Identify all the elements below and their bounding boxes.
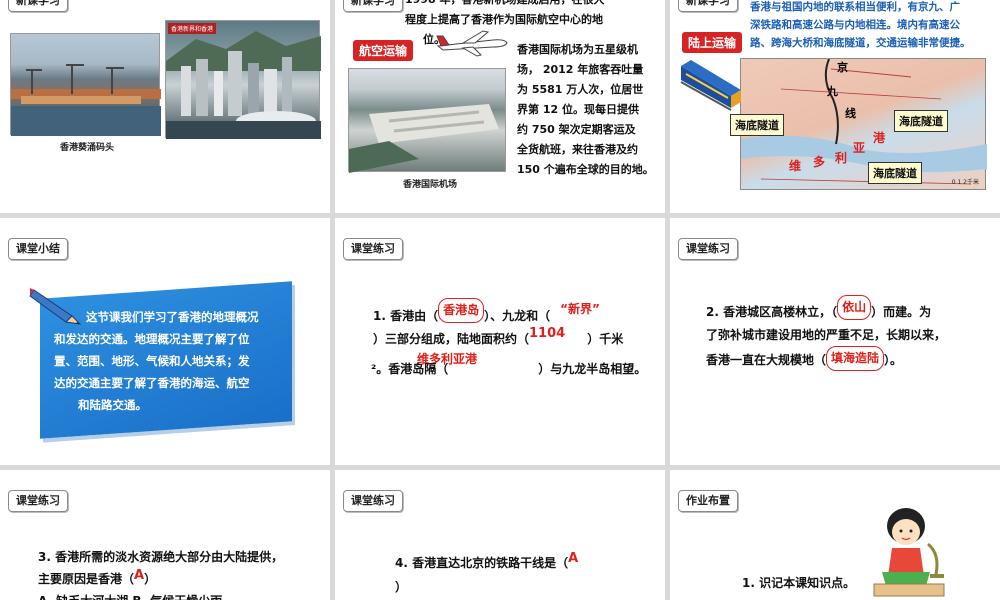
section-badge: 航空运输	[353, 40, 414, 61]
q2-text-d: ）。	[884, 353, 903, 367]
q1-text-f: ）与九龙半岛相望。	[538, 362, 647, 376]
tunnel-label-2: 海底隧道	[894, 110, 948, 132]
summary-line-3: 置、范围、地形、气候和人地关系；发	[54, 354, 250, 368]
slide-1[interactable]: 新课学习 香港葵涌码头 香港新界和香港	[0, 0, 330, 213]
q3-answer: A	[134, 568, 145, 583]
q3-text-b: ）	[144, 572, 157, 586]
slide-2[interactable]: 新课学习 1998 年，香港新机场建成启用，在很大 程度上提高了香港作为国际航空…	[335, 0, 665, 213]
q4-line-2: ）	[395, 580, 408, 594]
tunnel-label-3: 海底隧道	[868, 162, 922, 184]
slide-tag: 作业布置	[678, 490, 738, 512]
map-label-jing: 京	[837, 61, 848, 74]
photo-caption: 香港国际机场	[403, 180, 458, 190]
slide-tag: 课堂练习	[678, 238, 738, 260]
slide-tag: 新课学习	[343, 0, 403, 12]
q4-line-1: 4. 香港直达北京的铁路干线是（A	[395, 551, 579, 575]
q3-line-2: 主要原因是香港（A）	[38, 568, 156, 591]
q1-text-d: ）千米	[587, 332, 624, 346]
map-label-gang: 港	[873, 131, 886, 145]
summary-line-4: 达的交通主要了解了香港的海运、航空	[54, 376, 250, 390]
slide-tag: 课堂练习	[343, 490, 403, 512]
slide-6[interactable]: 课堂练习 2. 香港城区高楼林立，（ 依山 ）而建。为 了弥补城市建设用地的严重不足…	[670, 218, 1000, 465]
q2-answer-1: 依山	[837, 295, 872, 320]
train-icon	[680, 60, 741, 111]
student-reading-icon	[873, 508, 945, 597]
pencil-icon	[29, 288, 82, 325]
q1-line-2: ）三部分组成，陆地面积约（1104 ）千米	[373, 326, 624, 351]
slide-sorter-grid: 新课学习 香港葵涌码头 香港新界和香港 新课学习 程度上提高了香港作为国际航空中…	[0, 0, 1000, 600]
q2-text-b: ）而建。为	[871, 305, 932, 319]
q1-answer-1: 香港岛	[438, 298, 485, 323]
q1-answer-3: 1104	[529, 326, 566, 341]
slide-tag: 课堂小结	[8, 238, 68, 260]
map-scale: 0 1 2千米	[951, 179, 979, 186]
slide-tag: 课堂练习	[8, 490, 68, 512]
map-label-ya: 亚	[853, 141, 866, 155]
tunnel-label-1: 海底隧道	[730, 114, 784, 136]
photo-label: 香港新界和香港	[168, 23, 217, 34]
q1-text-c: ）三部分组成，陆地面积约（	[373, 332, 530, 346]
airport-text-line-7: 150 个遍布全球的目的地。	[517, 163, 654, 176]
slide-tag: 新课学习	[8, 0, 68, 12]
summary-line-2: 和发达的交通。地理概况主要了解了位	[54, 332, 250, 346]
q4-text-a: 4. 香港直达北京的铁路干线是（	[395, 556, 569, 570]
slide-3[interactable]: 新课学习 香港与祖国内地的联系相当便利，有京九、广 深铁路和高速公路与内地相连。…	[670, 0, 1000, 213]
q3-text-a: 主要原因是香港（	[38, 572, 135, 586]
q1-line-3: ²。香港岛隔（ ）与九龙半岛相望。	[371, 358, 646, 381]
slide-tag: 课堂练习	[343, 238, 403, 260]
q4-answer: A	[568, 551, 579, 566]
q3-options: A. 缺乏大河大湖 B. 气候干燥少雨	[38, 590, 222, 600]
map-label-duo: 多	[813, 155, 826, 169]
q2-line-1: 2. 香港城区高楼林立，（ 依山 ）而建。为	[706, 295, 932, 325]
homework-line-1: 1. 识记本课知识点。	[742, 576, 856, 590]
slide-5[interactable]: 课堂练习 1. 香港由（ 香港岛 ）、九龙和（ “新界” ）三部分组成，陆地面积约（…	[335, 218, 665, 465]
q1-text-a: 1. 香港由（	[373, 309, 439, 323]
q2-text-c: 香港一直在大规模地（	[706, 353, 827, 367]
q2-line-2: 了弥补城市建设用地的严重不足，长期以来，	[706, 328, 947, 342]
summary-line-5: 和陆路交通。	[78, 398, 147, 412]
slide-8[interactable]: 课堂练习 4. 香港直达北京的铁路干线是（A ）	[335, 470, 665, 600]
skyline-graphic	[166, 31, 321, 139]
slide-4[interactable]: 课堂小结 这节课我们学习了香港的地理概况 和发达的交通。地理概况主要了解了位 置…	[0, 218, 330, 465]
land-text-line-3: 路、跨海大桥和海底隧道，交通运输非常便捷。	[750, 37, 971, 49]
q2-line-3: 香港一直在大规模地（ 填海造陆）。	[706, 346, 903, 373]
q1-line-1: 1. 香港由（ 香港岛 ）、九龙和（	[373, 298, 551, 329]
map-label-xian: 线	[845, 107, 856, 120]
slide-tag: 新课学习	[678, 0, 738, 12]
q2-answer-2: 填海造陆	[826, 346, 885, 371]
q3-line-1: 3. 香港所需的淡水资源绝大部分由大陆提供，	[38, 550, 284, 564]
q1-text-b: ）、九龙和（	[484, 309, 551, 323]
q2-text-a: 2. 香港城区高楼林立，（	[706, 305, 838, 319]
q1-answer-2: “新界”	[560, 302, 600, 316]
port-cranes-graphic	[11, 64, 161, 136]
q1-text-e: ²。香港岛隔（	[371, 362, 449, 376]
map-label-jiu: 九	[827, 85, 838, 98]
slide-9[interactable]: 作业布置 1. 识记本课知识点。	[670, 470, 1000, 600]
skyline-photo: 香港新界和香港	[165, 20, 321, 139]
airplane-icon	[436, 30, 508, 57]
slide-7[interactable]: 课堂练习 3. 香港所需的淡水资源绝大部分由大陆提供， 主要原因是香港（A） A…	[0, 470, 330, 600]
photo-caption: 香港葵涌码头	[60, 143, 115, 153]
airport-graphic	[349, 104, 499, 173]
section-badge: 陆上运输	[682, 32, 743, 53]
airport-photo	[348, 68, 506, 173]
map-label-wei: 维	[789, 159, 802, 173]
port-photo	[10, 33, 161, 136]
map-label-li: 利	[835, 151, 848, 165]
